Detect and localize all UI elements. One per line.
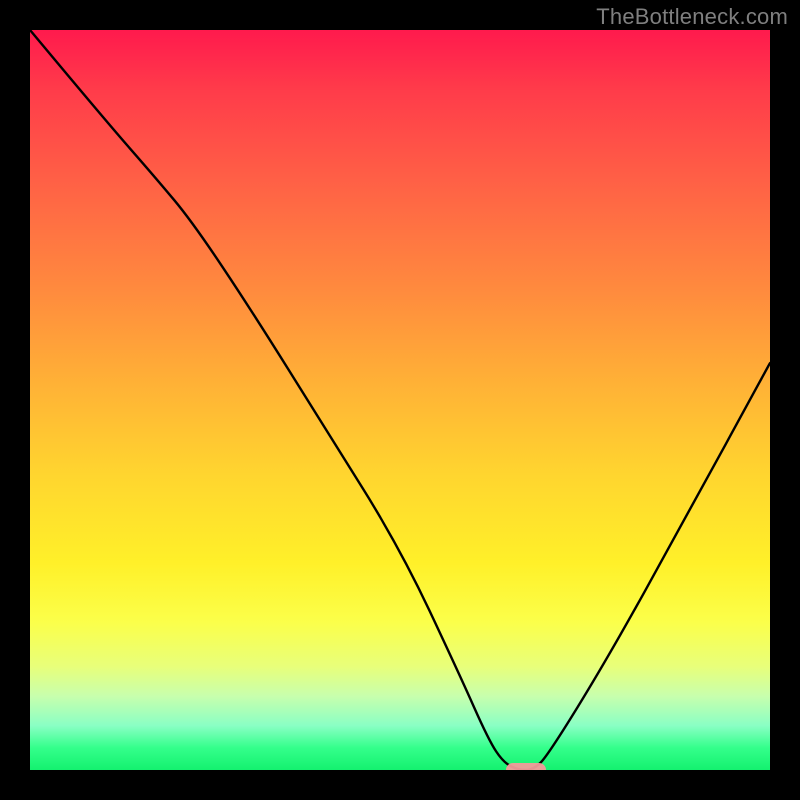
- plot-area: [30, 30, 770, 770]
- watermark-text: TheBottleneck.com: [596, 4, 788, 30]
- optimal-point-marker: [506, 763, 546, 770]
- bottleneck-curve: [30, 30, 770, 770]
- chart-frame: TheBottleneck.com: [0, 0, 800, 800]
